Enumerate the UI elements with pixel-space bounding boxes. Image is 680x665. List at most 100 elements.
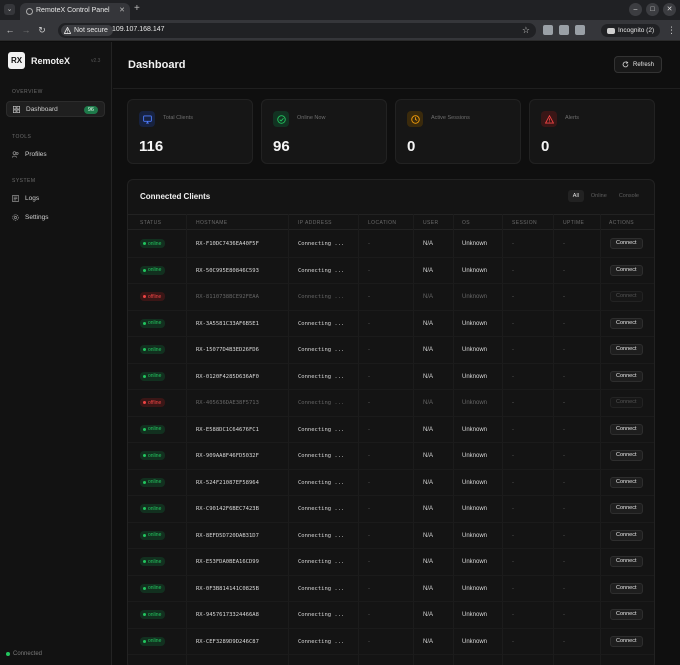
connect-button[interactable]: Connect xyxy=(610,556,643,567)
column-header-session[interactable]: SESSION xyxy=(512,220,537,226)
connect-button[interactable]: Connect xyxy=(610,264,643,276)
user-cell: N/A xyxy=(423,532,434,539)
globe-icon xyxy=(26,8,33,15)
stat-value: 0 xyxy=(541,138,550,155)
table-row[interactable]: online RX-8EFD5D720DAB31D7 Connecting ... -… xyxy=(128,523,654,549)
location-cell: - xyxy=(368,532,370,539)
table-row[interactable]: online RX-909AA8F46FD5032F Connecting ... -… xyxy=(128,443,654,470)
table-row[interactable]: online RX-15077D4B3ED26FD6 Connecting ... -… xyxy=(128,337,654,364)
status-dot-icon xyxy=(143,268,146,272)
sidebar-item-settings[interactable]: Settings xyxy=(6,209,105,225)
status-badge: offline xyxy=(140,398,166,407)
ip-cell: Connecting ... xyxy=(298,532,345,539)
filter-online[interactable]: Online xyxy=(586,190,612,202)
connect-button[interactable]: Connect xyxy=(610,291,643,302)
table-row[interactable]: online RX-CEF3289D9D246C87 Connecting ... -… xyxy=(128,629,654,655)
tab-search-icon[interactable]: ⌄ xyxy=(4,4,15,15)
address-bar[interactable]: Not secure 109.107.168.147 ☆ xyxy=(58,23,536,38)
table-row[interactable]: online RX-E53FDA0BEA16CD99 Connecting ... -… xyxy=(128,549,654,576)
connect-button[interactable]: Connect xyxy=(610,397,643,408)
connect-button[interactable]: Connect xyxy=(610,423,643,435)
puzzle-icon[interactable] xyxy=(575,25,585,35)
connect-button[interactable]: Connect xyxy=(610,476,643,488)
session-cell: - xyxy=(512,373,514,380)
connect-button[interactable]: Connect xyxy=(610,635,643,647)
table-row[interactable]: online RX-94576173324466A8 Connecting ... -… xyxy=(128,602,654,629)
page-header: Dashboard Refresh xyxy=(113,42,680,89)
connect-button[interactable]: Connect xyxy=(610,582,643,594)
main-content: Dashboard Refresh Total Clients 116 Onli… xyxy=(113,42,680,665)
filter-console[interactable]: Console xyxy=(614,190,644,202)
connect-button[interactable]: Connect xyxy=(610,609,643,620)
url-text[interactable]: 109.107.168.147 xyxy=(112,26,165,33)
column-header-user[interactable]: USER xyxy=(423,220,439,226)
user-cell: N/A xyxy=(423,453,434,459)
extension-icon[interactable] xyxy=(543,25,553,35)
sidebar-item-profiles[interactable]: Profiles xyxy=(6,146,105,162)
column-header-status[interactable]: STATUS xyxy=(140,220,161,226)
sidebar-item-logs[interactable]: Logs xyxy=(6,190,105,206)
os-cell: Unknown xyxy=(462,612,488,618)
table-row[interactable]: online RX-3A5581C33AF6B5E1 Connecting ... -… xyxy=(128,311,654,337)
table-row[interactable]: online RX-E588DC1C64676FC1 Connecting ... -… xyxy=(128,417,654,443)
column-header-os[interactable]: OS xyxy=(462,220,470,226)
ip-cell: Connecting ... xyxy=(298,585,345,592)
table-row[interactable]: offline RX-8110738BCE92FEAA Connecting ...… xyxy=(128,284,654,311)
ip-cell: Connecting ... xyxy=(298,320,345,327)
filter-all[interactable]: All xyxy=(567,190,584,202)
close-window-icon[interactable]: ✕ xyxy=(663,3,676,16)
forward-icon[interactable]: → xyxy=(20,24,32,36)
table-row[interactable]: online RX-0120F4285D636AF0 Connecting ... -… xyxy=(128,364,654,390)
panel-title: Connected Clients xyxy=(140,192,211,201)
logs-icon xyxy=(12,194,19,202)
connect-button[interactable]: Connect xyxy=(610,503,643,514)
session-cell: - xyxy=(512,426,514,433)
check-circle-icon xyxy=(276,114,286,124)
new-tab-icon[interactable]: + xyxy=(134,4,140,14)
refresh-button[interactable]: Refresh xyxy=(614,56,662,73)
minimize-icon[interactable]: – xyxy=(629,3,642,16)
os-cell: Unknown xyxy=(462,320,488,327)
table-row[interactable]: online RX-F10DC7436EA40F5F Connecting ... -… xyxy=(128,231,654,258)
table-row[interactable]: online RX-0F3B814141C0825B Connecting ... -… xyxy=(128,576,654,602)
bookmark-star-icon[interactable]: ☆ xyxy=(522,25,530,36)
location-cell: - xyxy=(368,320,370,327)
stat-card-active-sessions: Active Sessions 0 xyxy=(395,99,521,164)
status-text: online xyxy=(148,240,162,247)
page-title: Dashboard xyxy=(128,59,186,71)
more-options-icon[interactable]: ⋮ xyxy=(667,24,676,36)
os-cell: Unknown xyxy=(462,267,488,274)
column-header-hostname[interactable]: HOSTNAME xyxy=(196,220,228,226)
connect-button[interactable]: Connect xyxy=(610,344,643,355)
incognito-icon xyxy=(607,27,615,34)
extension-icon[interactable] xyxy=(559,25,569,35)
table-row[interactable]: online RX-50C995E80846C593 Connecting ... -… xyxy=(128,258,654,284)
stat-icon-box xyxy=(273,111,289,127)
column-header-ip[interactable]: IP ADDRESS xyxy=(298,220,332,226)
status-dot-icon xyxy=(6,652,10,656)
hostname-cell: RX-CEF3289D9D246C87 xyxy=(196,638,259,645)
security-chip[interactable]: Not secure xyxy=(61,25,113,36)
table-row[interactable]: offline RX-405636DAE38F5713 Connecting ...… xyxy=(128,390,654,417)
status-badge: online xyxy=(140,583,166,593)
connect-button[interactable]: Connect xyxy=(610,450,643,461)
table-row[interactable]: online RX-524F21087EF58964 Connecting ... -… xyxy=(128,470,654,496)
close-icon[interactable]: ✕ xyxy=(119,6,125,14)
reload-icon[interactable]: ↻ xyxy=(36,24,48,36)
table-row[interactable]: online RX-C90142F6BEC7423B Connecting ... -… xyxy=(128,496,654,523)
connect-button[interactable]: Connect xyxy=(610,317,643,329)
column-header-uptime[interactable]: UPTIME xyxy=(563,220,584,226)
browser-tab[interactable]: RemoteX Control Panel ✕ xyxy=(20,3,130,20)
column-header-location[interactable]: LOCATION xyxy=(368,220,396,226)
maximize-icon[interactable]: □ xyxy=(646,3,659,16)
status-dot-icon xyxy=(143,321,146,325)
connect-button[interactable]: Connect xyxy=(610,529,643,541)
connect-button[interactable]: Connect xyxy=(610,370,643,382)
back-icon[interactable]: ← xyxy=(4,24,16,36)
connect-button[interactable]: Connect xyxy=(610,238,643,249)
incognito-chip[interactable]: Incognito (2) xyxy=(601,24,661,37)
grid-icon xyxy=(13,105,20,113)
sidebar-item-dashboard[interactable]: Dashboard 96 xyxy=(6,101,105,117)
hostname-cell: RX-C90142F6BEC7423B xyxy=(196,506,259,512)
window-controls: – □ ✕ xyxy=(629,3,676,16)
